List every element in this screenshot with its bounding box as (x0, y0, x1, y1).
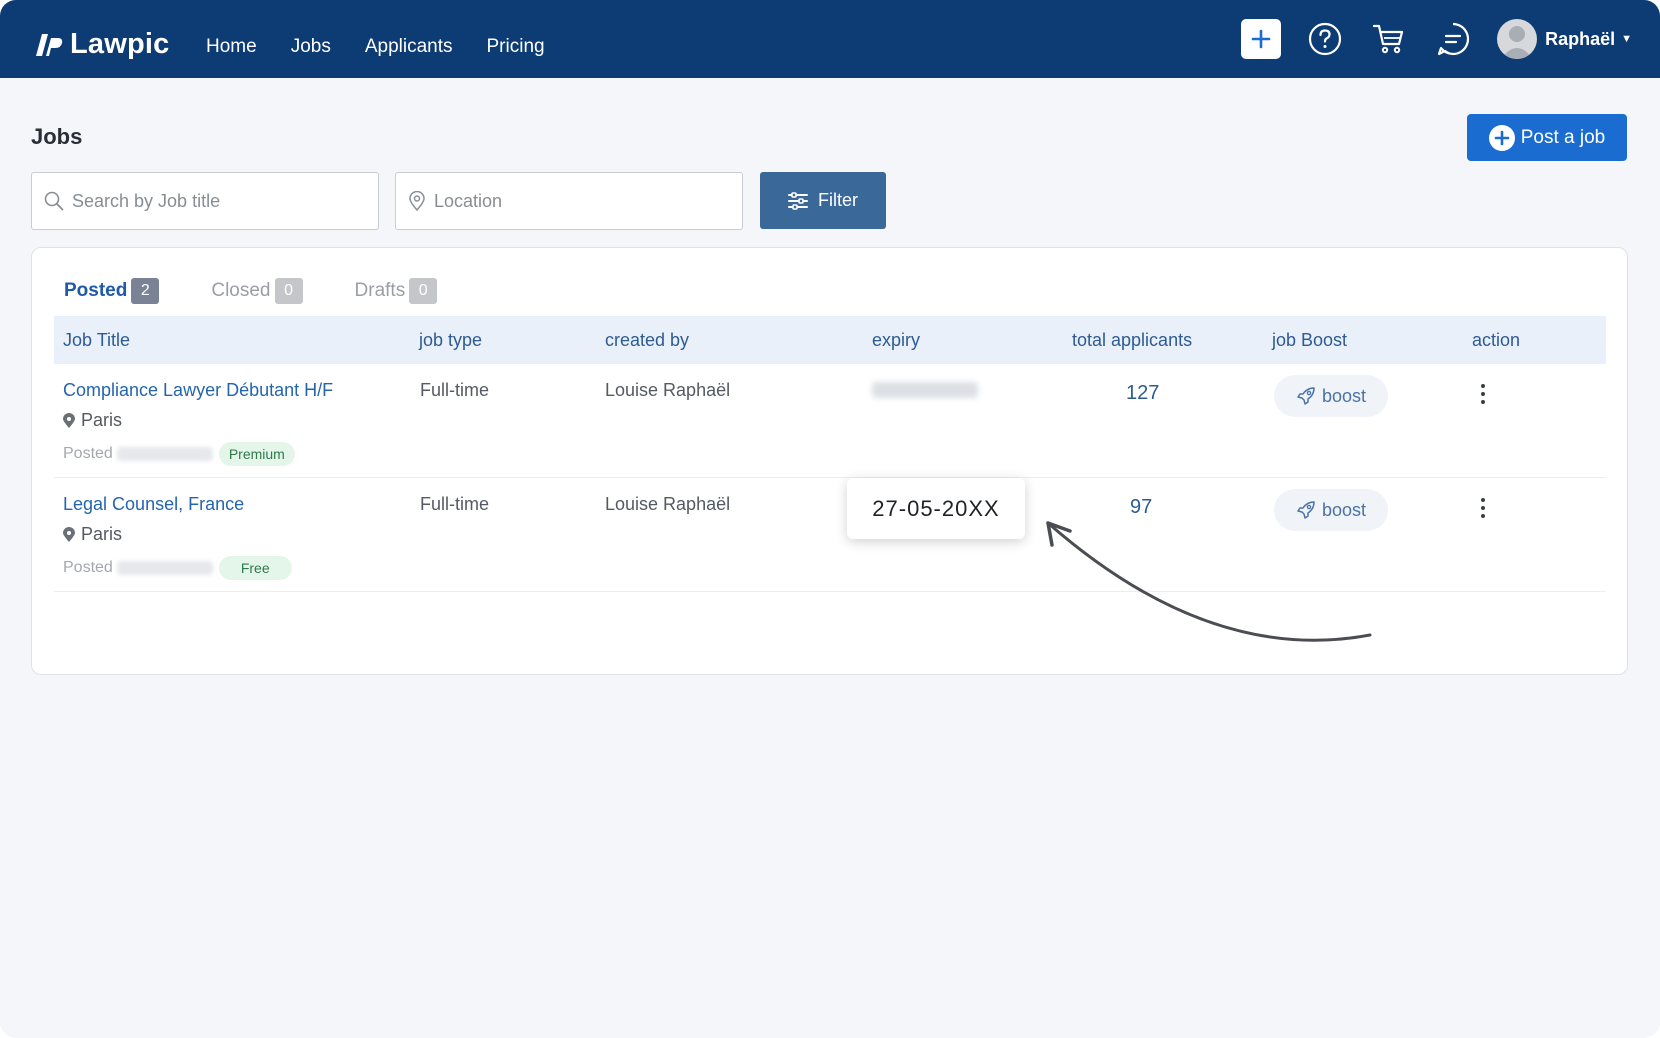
tab-posted-count: 2 (131, 278, 160, 304)
tab-posted[interactable]: Posted 2 (64, 278, 160, 304)
tab-drafts[interactable]: Drafts 0 (355, 278, 438, 304)
job-location: Paris (63, 524, 122, 545)
tab-drafts-count: 0 (409, 278, 438, 304)
table-row: Compliance Lawyer Débutant H/F Paris Pos… (54, 364, 1606, 478)
top-navbar: Lawpic Home Jobs Applicants Pricing Raph… (0, 0, 1660, 78)
tab-posted-label: Posted (64, 280, 128, 301)
job-location-text: Paris (81, 410, 123, 430)
more-actions-icon[interactable] (1473, 380, 1493, 408)
header-total-applicants: total applicants (1072, 330, 1193, 350)
header-job-title: Job Title (63, 330, 131, 350)
map-pin-icon (63, 412, 75, 428)
help-icon (1308, 22, 1342, 56)
rocket-icon (1297, 387, 1315, 405)
app-window: Lawpic Home Jobs Applicants Pricing Raph… (0, 0, 1660, 1038)
search-icon (44, 191, 64, 211)
create-button[interactable] (1241, 19, 1282, 59)
posted-date-redacted (116, 561, 213, 575)
job-title-search (31, 172, 379, 230)
cart-button[interactable] (1369, 19, 1409, 59)
boost-button[interactable]: boost (1274, 375, 1388, 417)
nav-applicants[interactable]: Applicants (365, 36, 453, 58)
user-avatar-icon (1501, 26, 1534, 59)
tab-drafts-label: Drafts (354, 280, 406, 301)
job-title-input[interactable] (72, 190, 352, 212)
created-by: Louise Raphaël (605, 494, 731, 514)
tab-closed-label: Closed (211, 280, 271, 301)
nav-actions: Raphaël ▼ (1241, 0, 1632, 78)
header-job-type: job type (419, 330, 483, 350)
map-pin-icon (63, 526, 75, 542)
header-job-boost: job Boost (1272, 330, 1348, 350)
expiry-redacted (872, 382, 978, 398)
plan-badge: Premium (218, 442, 295, 466)
jobs-card: Posted 2 Closed 0 Drafts 0 Job Title job… (31, 247, 1628, 675)
chevron-down-icon: ▼ (1621, 33, 1632, 45)
location-search (395, 172, 743, 230)
location-pin-icon (409, 191, 425, 211)
avatar (1497, 19, 1538, 59)
more-actions-icon[interactable] (1473, 494, 1493, 522)
nav-pricing[interactable]: Pricing (487, 36, 545, 58)
posted-label: Posted (63, 559, 113, 576)
user-menu[interactable]: Raphaël ▼ (1497, 19, 1632, 59)
post-job-label: Post a job (1520, 126, 1606, 148)
plan-badge: Free (218, 556, 292, 580)
chat-icon (1437, 22, 1470, 56)
cart-icon (1372, 24, 1404, 54)
curved-arrow-icon (1046, 521, 1372, 642)
header-expiry: expiry (872, 330, 921, 350)
job-title-link[interactable]: Compliance Lawyer Débutant H/F (63, 380, 333, 401)
job-title-link[interactable]: Legal Counsel, France (63, 494, 244, 515)
created-by: Louise Raphaël (605, 380, 731, 400)
posted-label: Posted (63, 445, 113, 462)
user-name: Raphaël (1545, 28, 1616, 49)
expiry-date-callout: 27-05-20XX (847, 478, 1025, 539)
help-button[interactable] (1305, 19, 1345, 59)
filter-button[interactable]: Filter (760, 172, 886, 229)
status-tabs: Posted 2 Closed 0 Drafts 0 (64, 278, 489, 304)
location-input[interactable] (434, 190, 714, 212)
tab-closed[interactable]: Closed 0 (211, 278, 303, 304)
job-location: Paris (63, 410, 122, 431)
plus-icon (1251, 29, 1271, 49)
job-type: Full-time (420, 380, 490, 400)
nav-home[interactable]: Home (206, 36, 257, 58)
page-title: Jobs (31, 124, 83, 149)
logo-icon (36, 33, 63, 56)
main-nav: Home Jobs Applicants Pricing (206, 36, 579, 58)
posted-date-redacted (116, 447, 213, 461)
posted-info: Posted Premium (63, 442, 295, 466)
boost-label: boost (1321, 385, 1367, 406)
job-type: Full-time (420, 494, 490, 514)
messages-button[interactable] (1433, 19, 1473, 59)
header-action: action (1472, 330, 1521, 350)
table-header: Job Title job type created by expiry tot… (54, 316, 1606, 364)
brand-logo[interactable]: Lawpic (32, 28, 170, 61)
header-created-by: created by (605, 330, 690, 350)
job-location-text: Paris (81, 524, 123, 544)
brand-name: Lawpic (70, 28, 170, 60)
plus-circle-icon (1488, 124, 1515, 151)
nav-jobs[interactable]: Jobs (291, 36, 331, 58)
filter-label: Filter (818, 190, 858, 210)
applicants-count[interactable]: 127 (1126, 382, 1159, 405)
sliders-icon (788, 191, 808, 210)
tab-closed-count: 0 (274, 278, 303, 304)
posted-info: Posted Free (63, 556, 292, 580)
post-job-button[interactable]: Post a job (1467, 114, 1627, 161)
